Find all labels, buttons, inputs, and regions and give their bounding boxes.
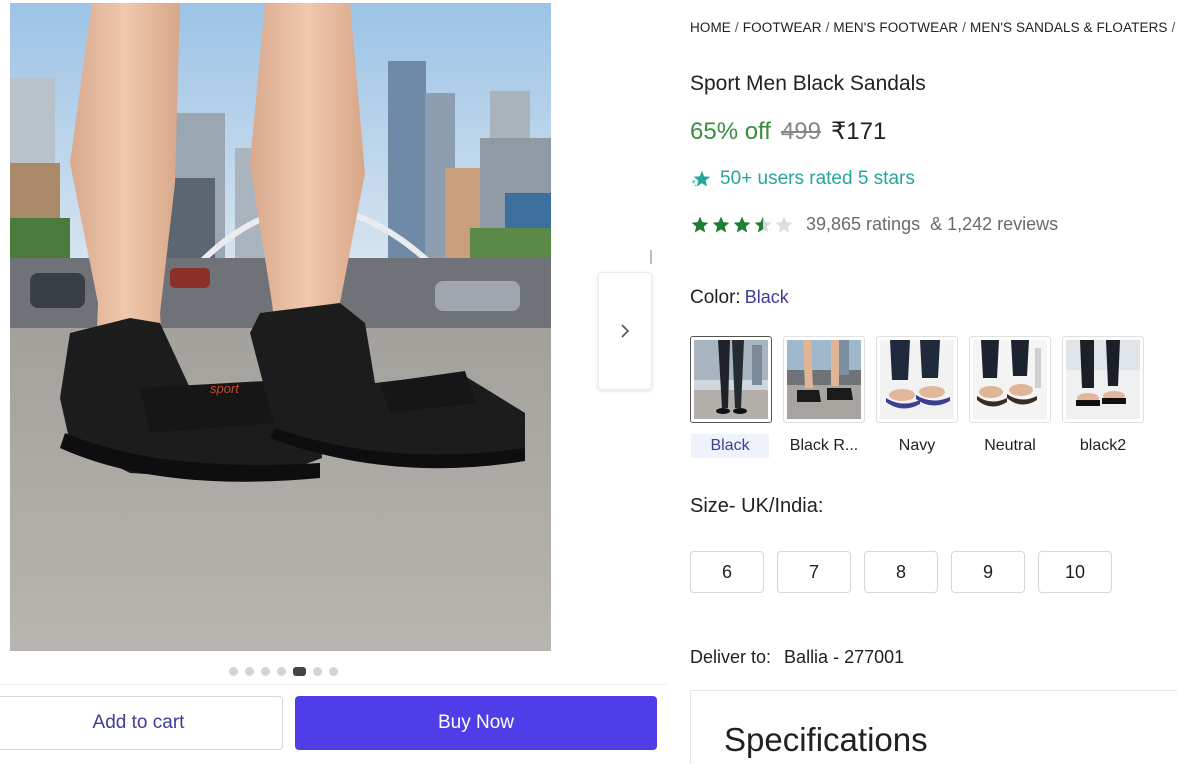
swatch-thumbnail <box>876 336 958 423</box>
star-rating <box>690 215 794 235</box>
star-half-icon <box>754 216 772 232</box>
swatch-name: Navy <box>898 437 936 454</box>
gallery-dot[interactable] <box>329 667 338 676</box>
product-title: Sport Men Black Sandals <box>690 72 926 95</box>
star-icon <box>712 216 730 232</box>
color-swatch-neutral[interactable]: Neutral <box>969 336 1051 458</box>
swatch-name: Black <box>691 434 769 458</box>
discount-percent: 65% off <box>690 118 771 145</box>
svg-text:sport: sport <box>210 381 240 396</box>
gallery-dot[interactable] <box>313 667 322 676</box>
color-swatch-black[interactable]: Black <box>690 336 772 458</box>
product-details: HOME / FOOTWEAR / MEN'S FOOTWEAR / MEN'S SANDA… <box>690 0 1177 764</box>
color-swatches: Black Black R... Navy Neutral black2 <box>690 336 1144 458</box>
star-empty-icon <box>775 216 793 232</box>
gallery-edge-marker <box>650 250 652 264</box>
gallery-dot[interactable] <box>229 667 238 676</box>
color-label: Color: <box>690 287 741 308</box>
ratings-count: 39,865 ratings <box>806 214 921 234</box>
selling-price: ₹171 <box>831 118 887 145</box>
swatch-thumbnail <box>690 336 772 423</box>
size-option-9[interactable]: 9 <box>951 551 1025 593</box>
breadcrumb-mens-sandals[interactable]: MEN'S SANDALS & FLOATERS <box>970 20 1168 35</box>
size-option-8[interactable]: 8 <box>864 551 938 593</box>
color-label-row: Color: Black <box>690 287 789 309</box>
breadcrumb-home[interactable]: HOME <box>690 20 731 35</box>
size-option-10[interactable]: 10 <box>1038 551 1112 593</box>
gallery-pagination <box>229 667 338 676</box>
color-swatch-black2[interactable]: black2 <box>1062 336 1144 458</box>
color-selected-value: Black <box>744 287 789 307</box>
gallery-dot-active[interactable] <box>293 667 306 676</box>
swatch-thumbnail <box>1062 336 1144 423</box>
rated-text: 50+ users rated 5 stars <box>720 168 915 189</box>
swatch-thumbnail <box>783 336 865 423</box>
breadcrumb-footwear[interactable]: FOOTWEAR <box>743 20 822 35</box>
star-icon <box>691 216 709 232</box>
swatch-name: Black R... <box>789 437 859 454</box>
specifications-heading: Specifications <box>724 721 928 758</box>
sparkle-star-icon <box>692 170 711 187</box>
chevron-right-icon <box>621 324 630 338</box>
breadcrumb-mens-footwear[interactable]: MEN'S FOOTWEAR <box>833 20 958 35</box>
buy-now-button[interactable]: Buy Now <box>295 696 657 750</box>
delivery-row: Deliver to: Ballia - 277001 <box>690 647 904 668</box>
swatch-name: Neutral <box>984 437 1036 454</box>
swatch-thumbnail <box>969 336 1051 423</box>
gallery-dot[interactable] <box>261 667 270 676</box>
add-to-cart-button[interactable]: Add to cart <box>0 696 283 750</box>
delivery-label: Deliver to: <box>690 647 772 667</box>
next-image-button[interactable] <box>598 272 652 390</box>
rated-badge: 50+ users rated 5 stars <box>690 168 915 190</box>
ratings-row[interactable]: 39,865 ratings & 1,242 reviews <box>690 214 1058 235</box>
cta-bar: Add to cart Buy Now <box>0 684 667 764</box>
breadcrumb: HOME / FOOTWEAR / MEN'S FOOTWEAR / MEN'S SANDA… <box>690 20 1176 35</box>
color-swatch-black-red[interactable]: Black R... <box>783 336 865 458</box>
size-option-6[interactable]: 6 <box>690 551 764 593</box>
mrp-price: 499 <box>780 118 821 145</box>
delivery-location[interactable]: Ballia - 277001 <box>784 647 904 667</box>
price-row: 65% off 499 ₹171 <box>690 117 886 146</box>
size-options: 6 7 8 9 10 <box>690 551 1112 593</box>
size-option-7[interactable]: 7 <box>777 551 851 593</box>
product-main-image[interactable]: sport <box>10 3 551 651</box>
specifications-section: Specifications <box>690 690 1177 764</box>
color-swatch-navy[interactable]: Navy <box>876 336 958 458</box>
swatch-name: black2 <box>1079 437 1127 454</box>
size-label: Size- UK/India: <box>690 495 824 517</box>
gallery-dot[interactable] <box>277 667 286 676</box>
gallery-dot[interactable] <box>245 667 254 676</box>
star-icon <box>733 216 751 232</box>
reviews-count: & 1,242 reviews <box>930 214 1059 234</box>
